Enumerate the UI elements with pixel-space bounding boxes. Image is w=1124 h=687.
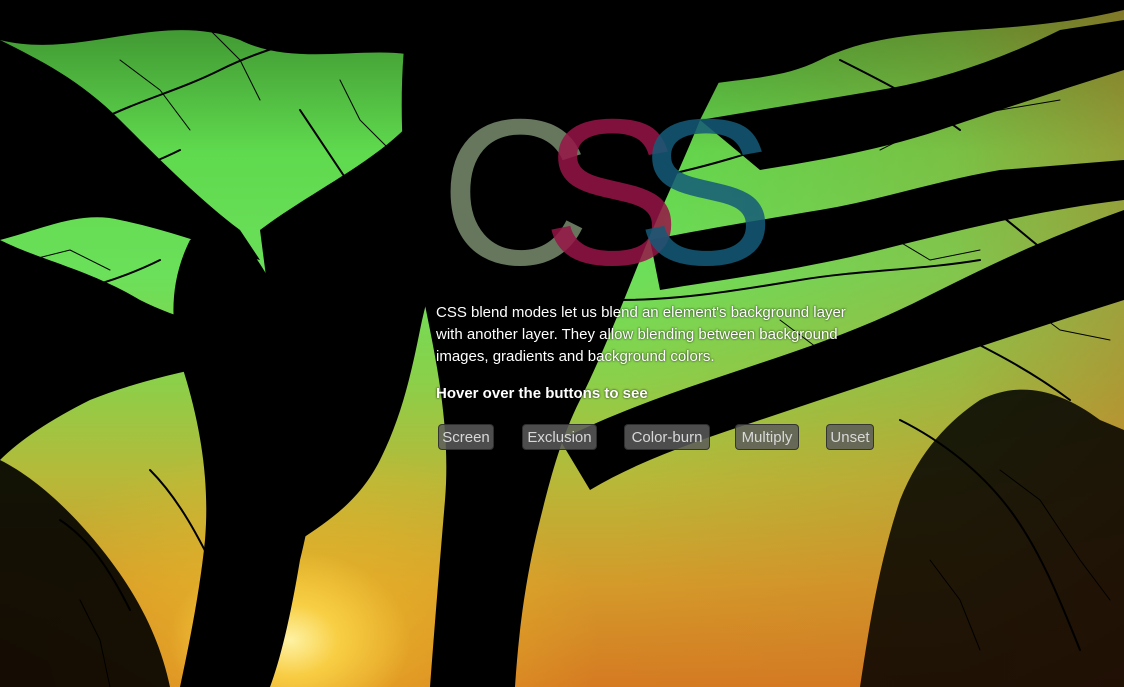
css-logo: C S S [440, 77, 780, 309]
color-burn-button[interactable]: Color-burn [624, 424, 710, 450]
page-stage: C S S CSS blend modes let us blend an el… [0, 0, 1124, 687]
hover-hint-heading: Hover over the buttons to see [436, 385, 648, 402]
description-text: CSS blend modes let us blend an element'… [436, 304, 846, 365]
exclusion-button[interactable]: Exclusion [522, 424, 597, 450]
unset-button[interactable]: Unset [826, 424, 874, 450]
multiply-button[interactable]: Multiply [735, 424, 799, 450]
screen-button[interactable]: Screen [438, 424, 494, 450]
logo-letter-s-second: S [636, 77, 775, 309]
